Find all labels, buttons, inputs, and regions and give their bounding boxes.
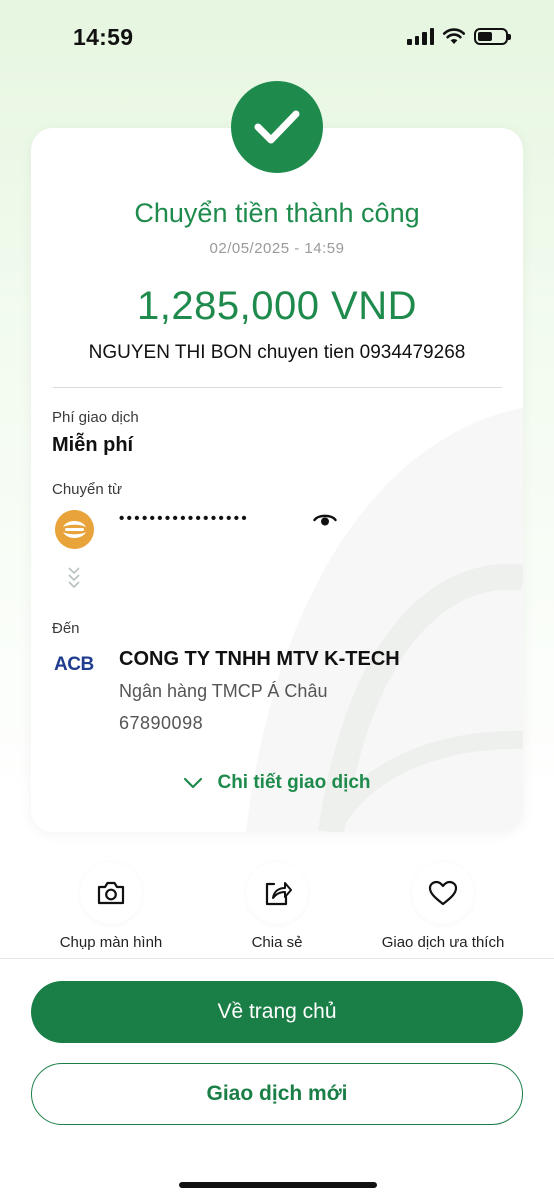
- eye-icon[interactable]: [313, 511, 337, 529]
- fee-value: Miễn phí: [52, 434, 134, 456]
- wifi-icon: [442, 28, 466, 44]
- screenshot-action[interactable]: Chụp màn hình: [55, 862, 167, 951]
- source-account-masked: •••••••••••••••••: [119, 510, 250, 527]
- success-check-badge: [231, 81, 323, 173]
- recipient-account: 67890098: [119, 713, 204, 733]
- transfer-amount: 1,285,000 VND: [136, 284, 417, 328]
- share-button[interactable]: [246, 862, 308, 924]
- actions-divider: [0, 958, 554, 959]
- transaction-datetime: 02/05/2025 - 14:59: [209, 240, 345, 257]
- cellular-signal-icon: [407, 27, 434, 45]
- fee-label: Phí giao dịch: [52, 409, 139, 426]
- transaction-details-toggle[interactable]: Chi tiết giao dịch: [31, 772, 523, 794]
- transaction-details-label: Chi tiết giao dịch: [217, 772, 371, 793]
- status-time: 14:59: [73, 24, 134, 50]
- source-label: Chuyển từ: [52, 481, 123, 498]
- destination-bank-logo: ACB: [54, 654, 94, 675]
- divider: [53, 387, 502, 388]
- share-action[interactable]: Chia sẻ: [227, 862, 327, 951]
- status-icons: [407, 27, 511, 45]
- recipient-bank: Ngân hàng TMCP Á Châu: [119, 681, 328, 701]
- success-title: Chuyển tiền thành công: [134, 198, 420, 228]
- screenshot-label: Chụp màn hình: [59, 934, 163, 951]
- card-background-decoration: [246, 408, 523, 832]
- battery-icon: [474, 27, 511, 45]
- home-button[interactable]: Về trang chủ: [31, 981, 523, 1043]
- source-bank-logo: [55, 510, 94, 549]
- favorite-button[interactable]: [412, 862, 474, 924]
- share-icon: [265, 882, 292, 906]
- recipient-name: CONG TY TNHH MTV K-TECH: [119, 648, 400, 670]
- share-label: Chia sẻ: [251, 934, 303, 951]
- home-indicator[interactable]: [179, 1182, 377, 1188]
- screenshot-button[interactable]: [80, 862, 142, 924]
- destination-label: Đến: [52, 620, 80, 637]
- favorite-label: Giao dịch ưa thích: [381, 934, 505, 951]
- chevron-down-double-icon: [68, 567, 80, 589]
- checkmark-icon: [254, 110, 300, 144]
- favorite-action[interactable]: Giao dịch ưa thích: [373, 862, 513, 951]
- heart-icon: [428, 880, 458, 906]
- new-transaction-button[interactable]: Giao dịch mới: [31, 1063, 523, 1125]
- chevron-down-icon: [184, 777, 203, 789]
- quick-actions: Chụp màn hình Chia sẻ Giao dịch ưa thích: [0, 862, 554, 962]
- camera-icon: [97, 881, 125, 905]
- transfer-description: NGUYEN THI BON chuyen tien 0934479268: [88, 342, 466, 363]
- transaction-receipt-card: Chuyển tiền thành công 02/05/2025 - 14:5…: [31, 128, 523, 832]
- status-bar: 14:59: [0, 0, 554, 76]
